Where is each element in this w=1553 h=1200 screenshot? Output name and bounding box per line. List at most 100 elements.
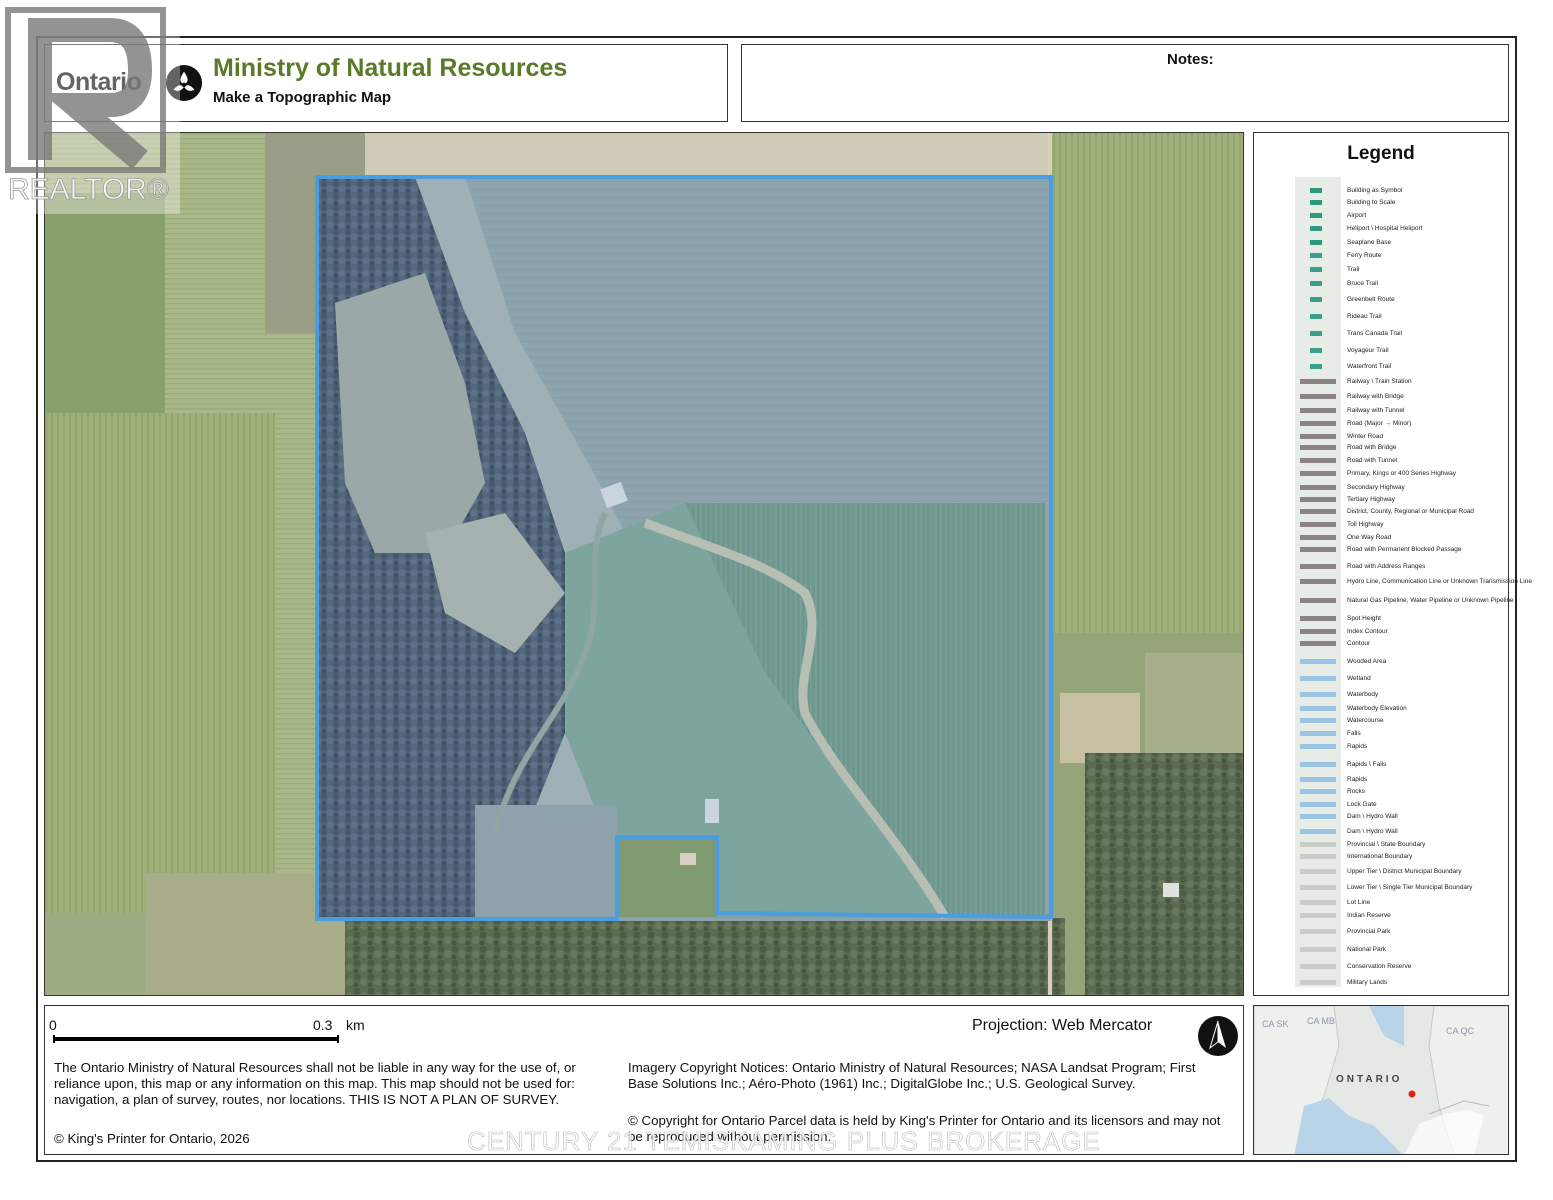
legend-symbol (1310, 364, 1322, 369)
legend-symbol (1300, 458, 1336, 463)
legend-symbol (1300, 829, 1336, 834)
legend-symbol (1310, 200, 1322, 205)
legend-symbol (1300, 579, 1336, 584)
legend-item: Heliport \ Hospital Heliport (1347, 225, 1423, 232)
legend-symbol (1300, 394, 1336, 399)
legend-item: Waterbody (1347, 691, 1379, 698)
legend-symbol (1300, 964, 1336, 969)
legend-symbol (1300, 471, 1336, 476)
legend-symbol (1300, 535, 1336, 540)
scale-end-label: 0.3 (313, 1017, 333, 1033)
legend-symbol (1300, 869, 1336, 874)
legend-item: Rideau Trail (1347, 313, 1382, 320)
legend-symbol (1300, 676, 1336, 681)
legend-item: Building as Symbol (1347, 187, 1403, 194)
notes-panel (741, 44, 1509, 122)
legend-symbol (1300, 659, 1336, 664)
imagery-copyright: Imagery Copyright Notices: Ontario Minis… (628, 1060, 1196, 1091)
legend-item: Index Contour (1347, 628, 1388, 635)
legend-symbol (1300, 421, 1336, 426)
legend-symbol (1300, 913, 1336, 918)
inset-label-sk: CA SK (1262, 1019, 1289, 1029)
legend-symbol (1300, 522, 1336, 527)
disclaimer-text: The Ontario Ministry of Natural Resource… (54, 1060, 576, 1107)
legend-item: Military Lands (1347, 979, 1388, 986)
legend-symbol (1300, 485, 1336, 490)
legend-item: Provincial \ State Boundary (1347, 841, 1426, 848)
legend-item: Rapids (1347, 743, 1368, 750)
legend-item: Ferry Route (1347, 252, 1382, 259)
legend-symbol (1300, 789, 1336, 794)
legend-symbol (1300, 445, 1336, 450)
legend-item: International Boundary (1347, 853, 1413, 860)
inset-label-mb: CA MB (1307, 1016, 1336, 1026)
legend-item: Building to Scale (1347, 199, 1396, 206)
legend-item: Hydro Line, Communication Line or Unknow… (1347, 578, 1532, 585)
legend-symbol (1310, 314, 1322, 319)
legend-symbol (1300, 842, 1336, 847)
legend-item: Dam \ Hydro Wall (1347, 813, 1398, 820)
scale-bar (53, 1035, 339, 1043)
legend-symbol (1300, 692, 1336, 697)
legend-symbol (1310, 281, 1322, 286)
legend-symbol (1300, 731, 1336, 736)
legend-symbol (1310, 253, 1322, 258)
legend-symbol (1300, 762, 1336, 767)
legend-item: Railway with Bridge (1347, 393, 1404, 400)
legend-item: Road with Tunnel (1347, 457, 1398, 464)
legend-symbol (1310, 297, 1322, 302)
legend-item: Seaplane Base (1347, 239, 1392, 246)
legend-symbol (1300, 629, 1336, 634)
legend-item: Contour (1347, 640, 1371, 647)
legend-symbol (1310, 348, 1322, 353)
legend-symbol (1300, 929, 1336, 934)
legend-item: Road with Permanent Blocked Passage (1347, 546, 1462, 553)
legend-item: Road with Bridge (1347, 444, 1397, 451)
legend-item: Lower Tier \ Single Tier Municipal Bound… (1347, 884, 1473, 891)
legend-item: Primary, Kings or 400 Series Highway (1347, 470, 1456, 477)
legend-item: Toll Highway (1347, 521, 1384, 528)
legend-item: Road (Major → Minor) (1347, 420, 1412, 427)
legend-item: Watercourse (1347, 717, 1384, 724)
legend-symbol (1300, 802, 1336, 807)
legend-symbol (1300, 434, 1336, 439)
legend-symbol (1300, 947, 1336, 952)
map-subtitle: Make a Topographic Map (213, 89, 392, 106)
scale-unit-label: km (346, 1017, 365, 1033)
legend-item: Lock Gate (1347, 801, 1377, 808)
kings-printer-copyright: © King's Printer for Ontario, 2026 (54, 1131, 250, 1146)
inset-province-label: ONTARIO (1336, 1074, 1403, 1085)
legend-symbol (1300, 744, 1336, 749)
legend-symbol (1300, 885, 1336, 890)
legend-symbol (1300, 854, 1336, 859)
legend-symbol (1300, 718, 1336, 723)
legend-symbol (1300, 509, 1336, 514)
notes-label: Notes: (1167, 51, 1214, 68)
north-arrow-icon (1198, 1016, 1238, 1056)
legend-title: Legend (1347, 143, 1415, 164)
legend-symbol (1300, 408, 1336, 413)
legend-symbol (1310, 240, 1322, 245)
legend-symbol (1300, 598, 1336, 603)
legend-item: Winter Road (1347, 433, 1384, 440)
legend-item: Wooded Area (1347, 658, 1387, 665)
legend-symbol (1310, 213, 1322, 218)
legend-item: Airport (1347, 212, 1367, 219)
legend-item: Railway with Tunnel (1347, 407, 1405, 414)
aerial-imagery (45, 133, 1243, 995)
legend-item: Lot Line (1347, 899, 1371, 906)
legend-item: Falls (1347, 730, 1361, 737)
projection-label: Projection: Web Mercator (972, 1017, 1153, 1034)
legend-symbol (1300, 379, 1336, 384)
legend-item: Tertiary Highway (1347, 496, 1396, 503)
legend-symbol (1310, 188, 1322, 193)
aerial-map[interactable] (44, 132, 1244, 996)
legend-item: One Way Road (1347, 534, 1392, 541)
legend-item: National Park (1347, 946, 1387, 953)
ministry-title: Ministry of Natural Resources (213, 54, 568, 82)
legend-symbol (1300, 641, 1336, 646)
legend-item: Natural Gas Pipeline, Water Pipeline or … (1347, 597, 1514, 604)
legend-symbol (1300, 980, 1336, 985)
legend-symbol (1300, 777, 1336, 782)
realtor-watermark-text: REALTOR® (8, 173, 170, 207)
